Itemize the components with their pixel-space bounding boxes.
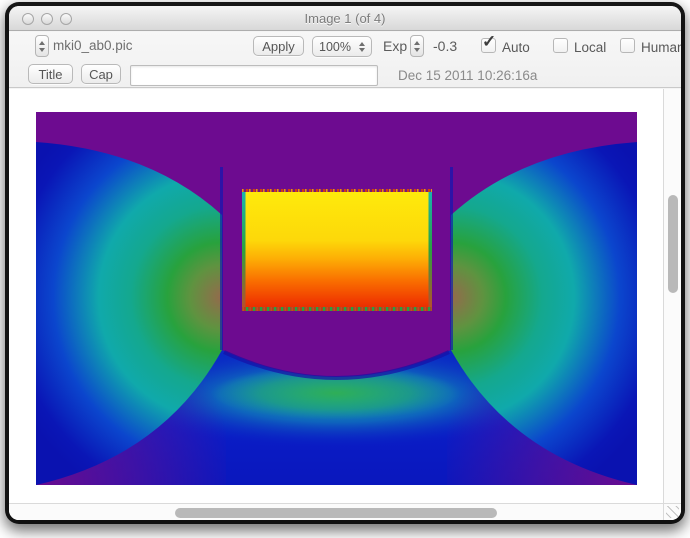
human-checkbox[interactable] bbox=[620, 38, 635, 53]
resize-corner[interactable] bbox=[663, 503, 681, 520]
human-checkbox-label: Human bbox=[641, 40, 681, 55]
resize-grip-icon bbox=[666, 506, 679, 518]
image-viewport[interactable] bbox=[9, 89, 663, 503]
content-area bbox=[9, 89, 681, 520]
exposure-value: -0.3 bbox=[433, 38, 457, 54]
zoom-popup[interactable]: 100% bbox=[312, 36, 372, 57]
apply-button[interactable]: Apply bbox=[253, 36, 304, 56]
filename-label: mki0_ab0.pic bbox=[53, 38, 133, 53]
exposure-label: Exp bbox=[383, 38, 407, 54]
viewer-window: Image 1 (of 4) mki0_ab0.pic Apply 100% E… bbox=[9, 6, 681, 520]
checkmark-icon: ✓ bbox=[482, 32, 496, 52]
stepper-up-icon[interactable] bbox=[414, 41, 420, 45]
popup-stepper-icon[interactable] bbox=[357, 42, 371, 52]
horizontal-scrollbar[interactable] bbox=[9, 503, 663, 520]
zoom-value: 100% bbox=[313, 40, 357, 54]
local-checkbox-label: Local bbox=[574, 40, 606, 55]
stepper-down-icon[interactable] bbox=[39, 48, 45, 52]
toolbar: mki0_ab0.pic Apply 100% Exp -0.3 ✓ Auto … bbox=[9, 32, 681, 88]
title-button[interactable]: Title bbox=[28, 64, 73, 84]
auto-checkbox-label: Auto bbox=[502, 40, 530, 55]
vertical-scrollbar-thumb[interactable] bbox=[668, 195, 678, 293]
vertical-scrollbar[interactable] bbox=[663, 89, 681, 503]
horizontal-scrollbar-thumb[interactable] bbox=[175, 508, 497, 518]
image-stepper[interactable] bbox=[35, 35, 49, 57]
exposure-stepper[interactable] bbox=[410, 35, 424, 57]
titlebar[interactable]: Image 1 (of 4) bbox=[9, 6, 681, 31]
stepper-up-icon[interactable] bbox=[39, 41, 45, 45]
window-title: Image 1 (of 4) bbox=[9, 11, 681, 26]
timestamp-label: Dec 15 2011 10:26:16a bbox=[398, 68, 537, 83]
caption-input[interactable] bbox=[130, 65, 378, 86]
auto-checkbox[interactable]: ✓ bbox=[481, 38, 496, 53]
stepper-down-icon[interactable] bbox=[414, 48, 420, 52]
local-checkbox[interactable] bbox=[553, 38, 568, 53]
cap-button[interactable]: Cap bbox=[81, 64, 121, 84]
rendered-image[interactable] bbox=[36, 112, 637, 485]
